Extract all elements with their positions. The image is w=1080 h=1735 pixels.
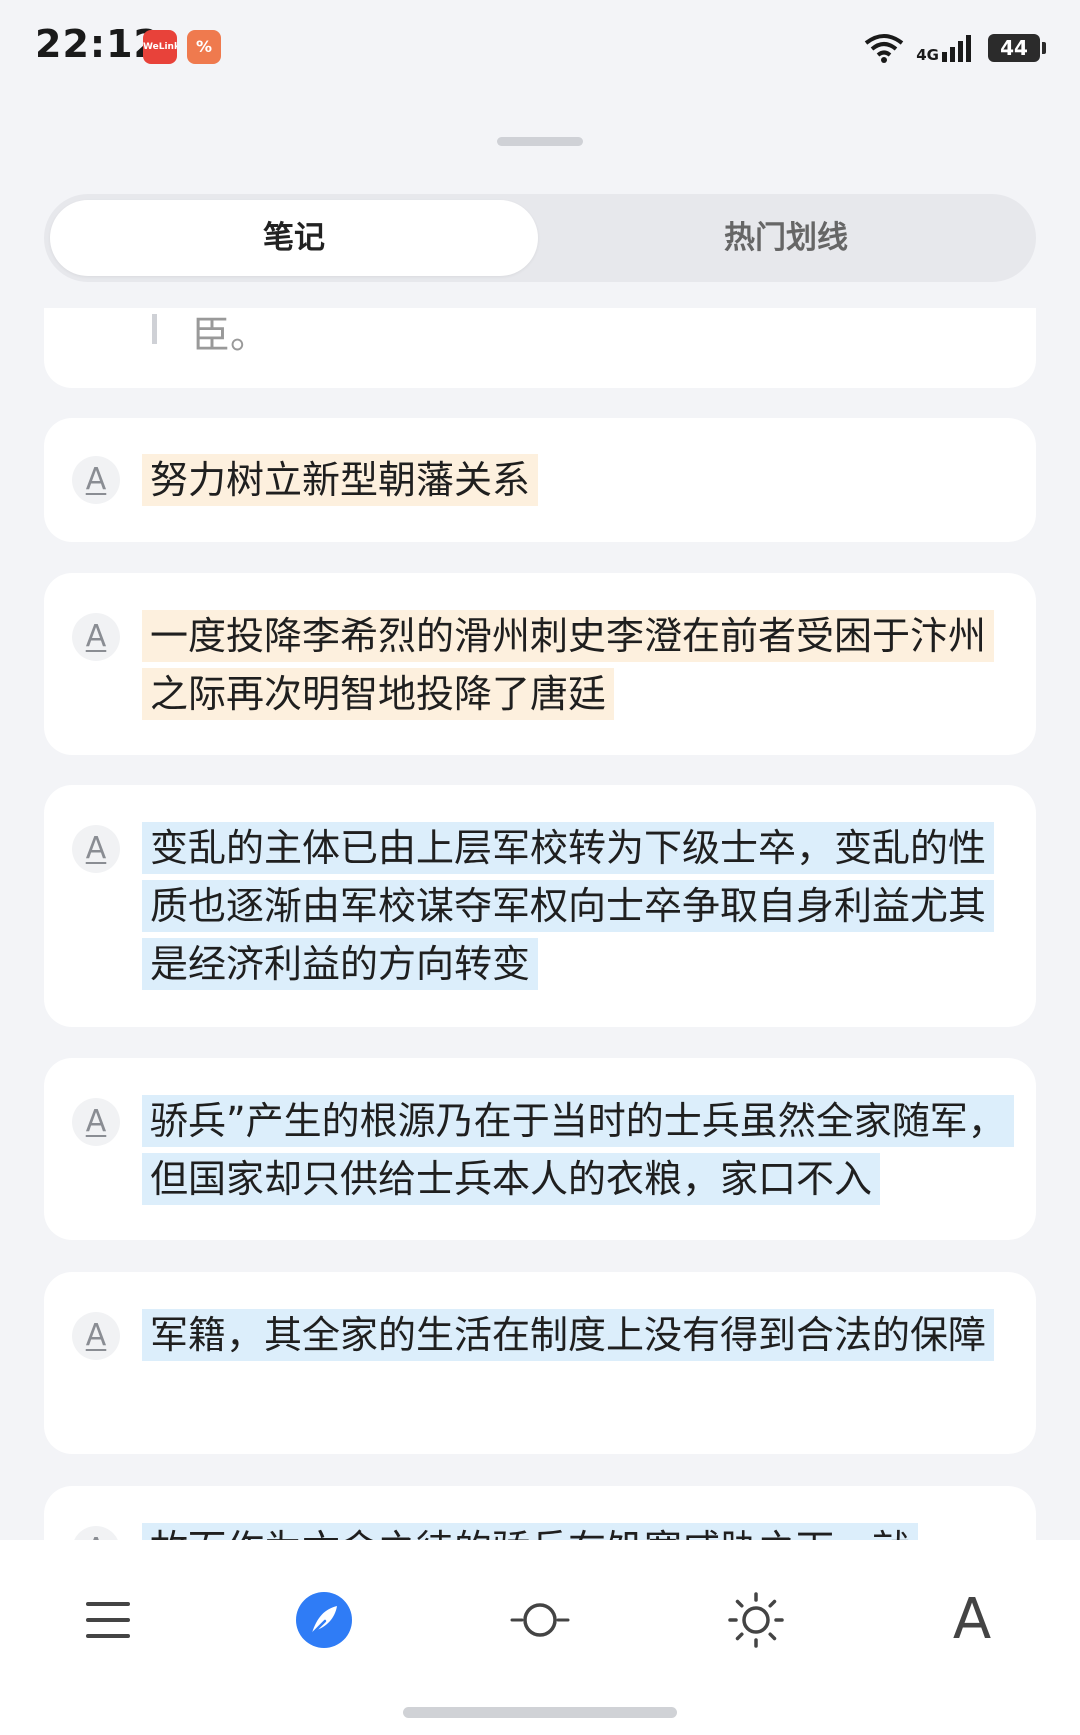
highlight-note-icon: A bbox=[72, 1312, 120, 1360]
welink-app-icon: WeLink bbox=[143, 30, 177, 64]
status-bar: 22:12 WeLink % 4G 44 bbox=[0, 0, 1080, 95]
list-item[interactable]: 臣。 bbox=[44, 308, 1036, 388]
notes-tab-switcher: 笔记 热门划线 bbox=[44, 194, 1036, 282]
list-item[interactable]: A 变乱的主体已由上层军校转为下级士卒，变乱的性质也逐渐由军校谋夺军权向士卒争取… bbox=[44, 785, 1036, 1027]
progress-button[interactable] bbox=[500, 1580, 580, 1660]
highlight-note-icon: A bbox=[72, 825, 120, 873]
note-partial-text: 臣。 bbox=[192, 313, 269, 357]
notes-list[interactable]: 臣。 A 努力树立新型朝藩关系 A 一度投降李希烈的滑州刺史李澄在前者受困于汴州… bbox=[0, 308, 1080, 1540]
notes-button[interactable] bbox=[284, 1580, 364, 1660]
highlight-note-icon: A bbox=[72, 456, 120, 504]
font-icon: A bbox=[952, 1587, 992, 1652]
brightness-button[interactable] bbox=[716, 1580, 796, 1660]
system-icons: 4G 44 bbox=[864, 28, 1046, 68]
cellular-signal-icon: 4G bbox=[916, 34, 976, 64]
home-indicator[interactable] bbox=[403, 1707, 677, 1718]
note-text: 军籍，其全家的生活在制度上没有得到合法的保障 bbox=[142, 1306, 1022, 1364]
highlight-note-icon: A bbox=[72, 1098, 120, 1146]
note-text: 变乱的主体已由上层军校转为下级士卒，变乱的性质也逐渐由军校谋夺军权向士卒争取自身… bbox=[142, 819, 1022, 993]
sheet-drag-handle[interactable] bbox=[497, 137, 583, 146]
tab-hot-highlights[interactable]: 热门划线 bbox=[542, 200, 1030, 276]
highlight-note-icon: A bbox=[72, 613, 120, 661]
notes-icon bbox=[296, 1592, 352, 1648]
wifi-icon bbox=[865, 34, 904, 63]
battery-icon: 44 bbox=[988, 34, 1046, 62]
font-settings-button[interactable]: A bbox=[932, 1580, 1012, 1660]
brightness-icon bbox=[728, 1592, 784, 1648]
list-item[interactable]: A 故而作为亡命之徒的骄兵在饥寒威胁之下，就 bbox=[44, 1486, 1036, 1540]
list-item[interactable]: A 一度投降李希烈的滑州刺史李澄在前者受困于汴州之际再次明智地投降了唐廷 bbox=[44, 573, 1036, 755]
highlight-note-icon: A bbox=[72, 1526, 120, 1540]
note-text: 故而作为亡命之徒的骄兵在饥寒威胁之下，就 bbox=[142, 1520, 1022, 1540]
list-item[interactable]: A 骄兵”产生的根源乃在于当时的士兵虽然全家随军，但国家却只供给士兵本人的衣粮，… bbox=[44, 1058, 1036, 1240]
note-text: 努力树立新型朝藩关系 bbox=[142, 451, 1022, 509]
quote-bar bbox=[152, 314, 157, 344]
note-text: 一度投降李希烈的滑州刺史李澄在前者受困于汴州之际再次明智地投降了唐廷 bbox=[142, 607, 1022, 723]
reader-toolbar: A bbox=[0, 1540, 1080, 1735]
list-item[interactable]: A 军籍，其全家的生活在制度上没有得到合法的保障 bbox=[44, 1272, 1036, 1454]
menu-button[interactable] bbox=[68, 1580, 148, 1660]
note-text: 骄兵”产生的根源乃在于当时的士兵虽然全家随军，但国家却只供给士兵本人的衣粮，家口… bbox=[142, 1092, 1022, 1208]
notification-app-icon: % bbox=[187, 30, 221, 64]
menu-icon bbox=[86, 1602, 130, 1638]
list-item[interactable]: A 努力树立新型朝藩关系 bbox=[44, 418, 1036, 542]
progress-icon bbox=[510, 1603, 570, 1637]
tab-notes[interactable]: 笔记 bbox=[50, 200, 538, 276]
network-type: 4G bbox=[916, 46, 939, 64]
